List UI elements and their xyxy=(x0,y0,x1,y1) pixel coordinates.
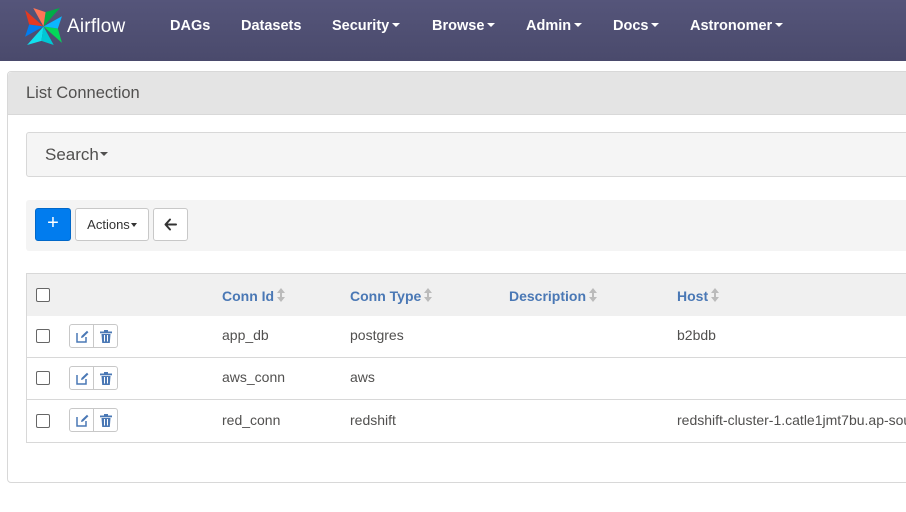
nav-admin-label: Admin xyxy=(526,18,572,34)
caret-down-icon xyxy=(130,223,137,227)
conn-type-cell: postgres xyxy=(350,327,404,343)
column-header-description[interactable]: Description xyxy=(509,288,598,304)
action-toolbar: + Actions xyxy=(26,200,906,251)
edit-button[interactable] xyxy=(69,324,94,348)
description-header-label: Description xyxy=(509,288,587,304)
nav-datasets[interactable]: Datasets xyxy=(241,18,301,34)
page-title: List Connection xyxy=(26,84,140,102)
nav-browse[interactable]: Browse xyxy=(432,18,496,34)
conn-type-cell: aws xyxy=(350,369,375,385)
actions-dropdown[interactable]: Actions xyxy=(75,208,149,241)
conn-id-cell: app_db xyxy=(222,327,269,343)
delete-button[interactable] xyxy=(93,408,118,432)
edit-button[interactable] xyxy=(69,366,94,390)
search-toggle[interactable]: Search xyxy=(45,145,108,165)
nav-docs-label: Docs xyxy=(613,18,649,34)
trash-icon xyxy=(100,372,112,385)
table-row: red_conn redshift redshift-cluster-1.cat… xyxy=(26,400,906,443)
actions-label: Actions xyxy=(87,217,130,232)
panel-heading: List Connection xyxy=(8,72,906,115)
row-actions xyxy=(69,366,119,390)
row-actions xyxy=(69,408,119,432)
table-row: aws_conn aws xyxy=(26,358,906,400)
edit-icon xyxy=(76,414,89,427)
sort-icon xyxy=(277,288,286,302)
conn-id-cell: red_conn xyxy=(222,412,281,428)
search-panel: Search xyxy=(26,132,906,177)
edit-button[interactable] xyxy=(69,408,94,432)
nav-astronomer[interactable]: Astronomer xyxy=(690,18,784,34)
sort-icon xyxy=(589,288,598,302)
delete-button[interactable] xyxy=(93,366,118,390)
nav-admin[interactable]: Admin xyxy=(526,18,583,34)
nav-dags-label: DAGs xyxy=(170,18,211,34)
nav-security-label: Security xyxy=(332,18,390,34)
column-header-conn-id[interactable]: Conn Id xyxy=(222,288,286,304)
conn-id-header-label: Conn Id xyxy=(222,288,275,304)
brand-name: Airflow xyxy=(67,15,126,37)
table-row: app_db postgres b2bdb xyxy=(26,316,906,358)
sort-icon xyxy=(711,288,720,302)
row-actions xyxy=(69,324,119,348)
back-button[interactable] xyxy=(153,208,188,241)
caret-down-icon xyxy=(651,23,660,27)
row-checkbox[interactable] xyxy=(36,329,50,343)
search-label: Search xyxy=(45,145,99,164)
table-header: Conn Id Conn Type Description Host xyxy=(26,273,906,317)
arrow-left-icon xyxy=(164,218,177,231)
nav-astronomer-label: Astronomer xyxy=(690,18,773,34)
edit-icon xyxy=(76,330,89,343)
airflow-brand[interactable]: Airflow xyxy=(23,6,125,47)
host-header-label: Host xyxy=(677,288,709,304)
row-checkbox[interactable] xyxy=(36,371,50,385)
column-header-conn-type[interactable]: Conn Type xyxy=(350,288,433,304)
nav-security[interactable]: Security xyxy=(332,18,401,34)
column-header-host[interactable]: Host xyxy=(677,288,720,304)
host-cell: b2bdb xyxy=(677,327,716,343)
caret-down-icon xyxy=(392,23,401,27)
select-all-checkbox[interactable] xyxy=(36,288,50,302)
conn-type-header-label: Conn Type xyxy=(350,288,422,304)
host-cell: redshift-cluster-1.catle1jmt7bu.ap-sou xyxy=(677,412,906,428)
caret-down-icon xyxy=(99,152,108,156)
edit-icon xyxy=(76,372,89,385)
nav-datasets-label: Datasets xyxy=(241,18,302,34)
top-navbar: Airflow DAGs Datasets Security Browse Ad… xyxy=(0,0,906,61)
nav-docs[interactable]: Docs xyxy=(613,18,660,34)
airflow-logo-icon xyxy=(25,8,62,45)
caret-down-icon xyxy=(487,23,496,27)
trash-icon xyxy=(100,414,112,427)
nav-dags[interactable]: DAGs xyxy=(170,18,210,34)
sort-icon xyxy=(424,288,433,302)
nav-browse-label: Browse xyxy=(432,18,485,34)
trash-icon xyxy=(100,330,112,343)
delete-button[interactable] xyxy=(93,324,118,348)
caret-down-icon xyxy=(775,23,784,27)
conn-id-cell: aws_conn xyxy=(222,369,286,385)
row-checkbox[interactable] xyxy=(36,414,50,428)
conn-type-cell: redshift xyxy=(350,412,396,428)
caret-down-icon xyxy=(574,23,583,27)
add-connection-button[interactable]: + xyxy=(35,208,71,241)
